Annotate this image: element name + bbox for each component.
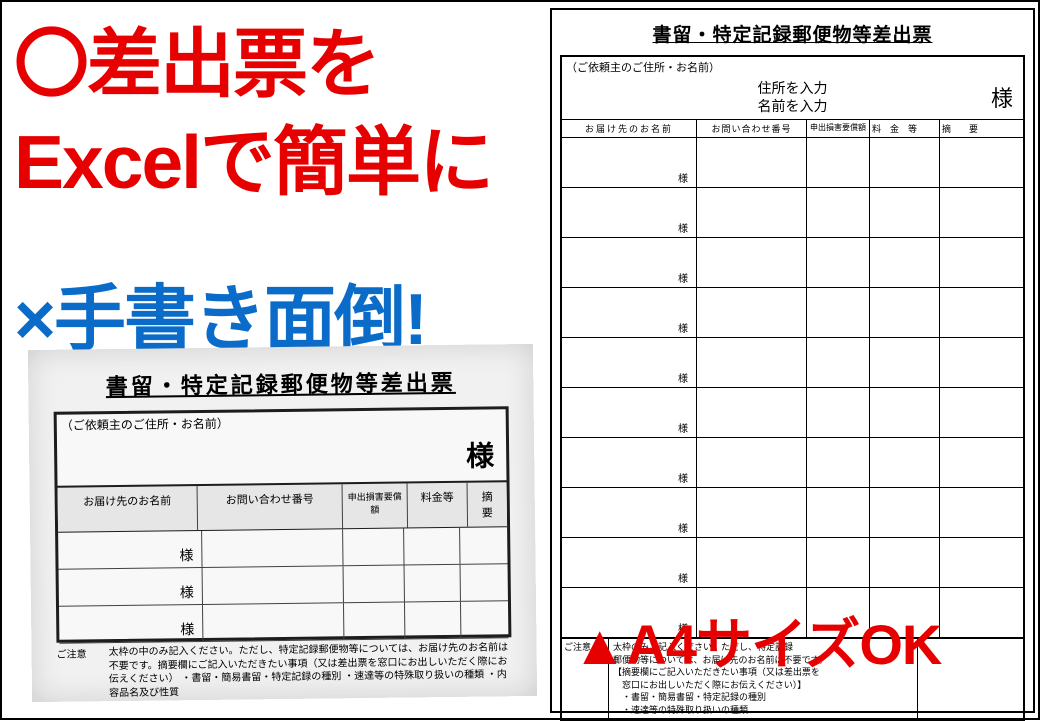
old-notes: ご注意 太枠の中のみ記入ください。ただし、特定記録郵便物等については、お届け先の… — [56, 641, 512, 701]
headline-a4-ok: ▲A4サイズOK — [572, 600, 941, 681]
new-sender-label: （ご依頼主のご住所・お名前） — [562, 57, 1023, 77]
new-sender-box: 住所を入力 名前を入力 様 — [562, 77, 1023, 119]
table-row: 様 — [59, 601, 508, 643]
old-form-scan: 書留・特定記録郵便物等差出票 （ご依頼主のご住所・お名前） 様 お届け先のお名前… — [28, 344, 537, 702]
table-row: 様 — [562, 287, 1023, 337]
old-form-title: 書留・特定記録郵便物等差出票 — [28, 344, 534, 408]
table-row: 様 — [562, 437, 1023, 487]
table-row: 様 — [562, 337, 1023, 387]
old-sender-sama: 様 — [466, 434, 495, 474]
table-row: 様 — [58, 527, 507, 569]
table-row: 様 — [562, 137, 1023, 187]
table-row: 様 — [562, 237, 1023, 287]
new-form-title: 書留・特定記録郵便物等差出票 — [552, 10, 1033, 51]
table-row: 様 — [562, 487, 1023, 537]
table-row: 様 — [562, 187, 1023, 237]
new-sender-sama: 様 — [991, 85, 1013, 114]
headline-red: 〇差出票を Excelで簡単に — [14, 16, 492, 211]
table-row: 様 — [59, 564, 508, 606]
table-row: 様 — [562, 537, 1023, 587]
table-row: 様 — [562, 387, 1023, 437]
new-header-row: お届け先のお名前 お問い合わせ番号 申出損害要償額 料 金 等 摘 要 — [562, 119, 1023, 137]
old-header-row: お届け先のお名前 お問い合わせ番号 申出損害要償額 料金等 摘 要 — [58, 480, 508, 532]
